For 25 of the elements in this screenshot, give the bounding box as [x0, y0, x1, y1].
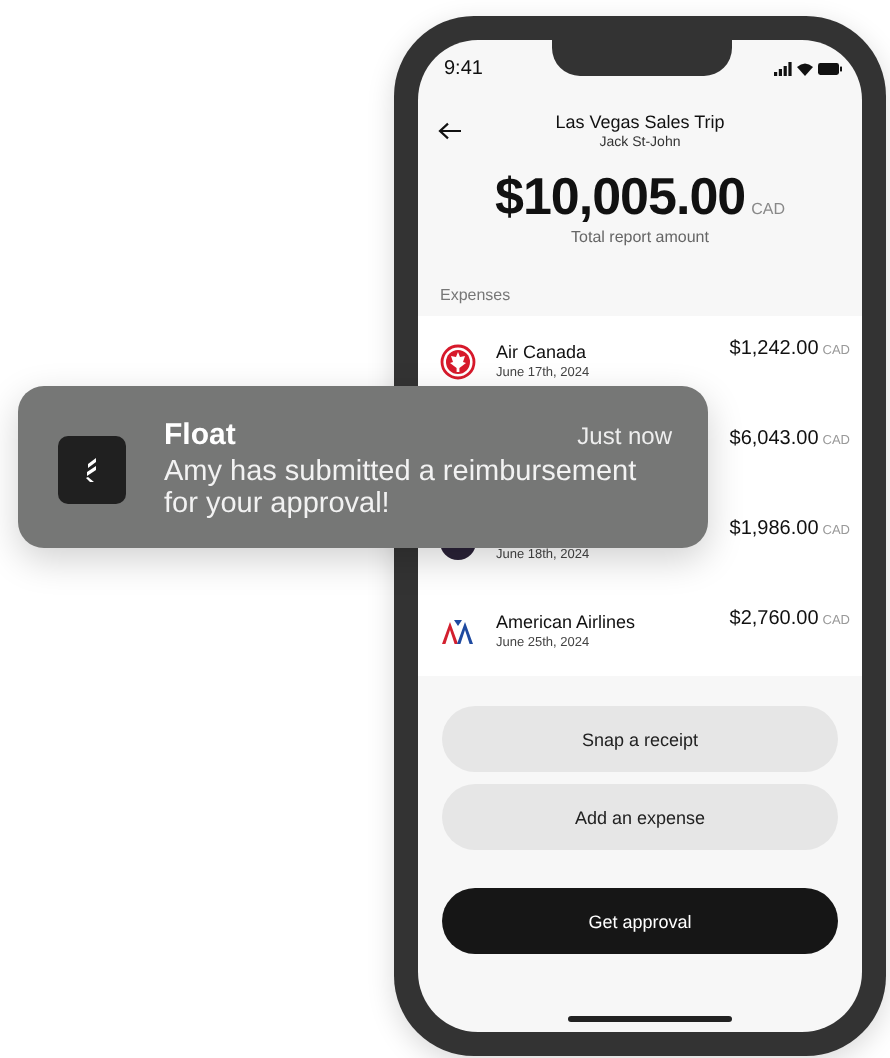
wifi-icon — [796, 61, 814, 75]
expense-name: American Airlines — [496, 612, 638, 632]
signal-icon — [774, 61, 792, 75]
action-button[interactable]: Snap a receipt — [442, 706, 838, 772]
approval-button[interactable]: Get approval — [442, 888, 838, 954]
expense-name: Air Canada — [496, 342, 589, 362]
maple-leaf-icon — [440, 343, 476, 379]
report-title: Las Vegas Sales Trip — [555, 112, 725, 132]
notification-banner[interactable]: Float Just now Amy has submitted a reimbursement for your approval! — [18, 386, 708, 548]
currency-label: CAD — [751, 200, 786, 218]
expense-amount: $2,760.00 — [729, 608, 819, 630]
expense-amount: $6,043.00 — [729, 428, 819, 450]
expense-amount: $1,986.00 — [729, 518, 819, 540]
app-icon — [58, 435, 126, 503]
battery-icon — [818, 61, 842, 75]
status-time: 9:41 — [444, 57, 483, 79]
back-arrow-icon[interactable] — [438, 122, 462, 140]
notification-message: Amy has submitted a reimbursement for your approval! — [164, 456, 639, 520]
total-amount: $10,005.00 — [494, 166, 746, 228]
notification-app-name: Float — [164, 418, 236, 452]
notification-time: Just now — [577, 422, 672, 450]
expense-amount: $1,242.00 — [729, 338, 819, 360]
section-heading: Expenses — [440, 286, 511, 304]
total-caption: Total report amount — [571, 228, 709, 246]
action-button[interactable]: Add an expense — [442, 784, 838, 850]
